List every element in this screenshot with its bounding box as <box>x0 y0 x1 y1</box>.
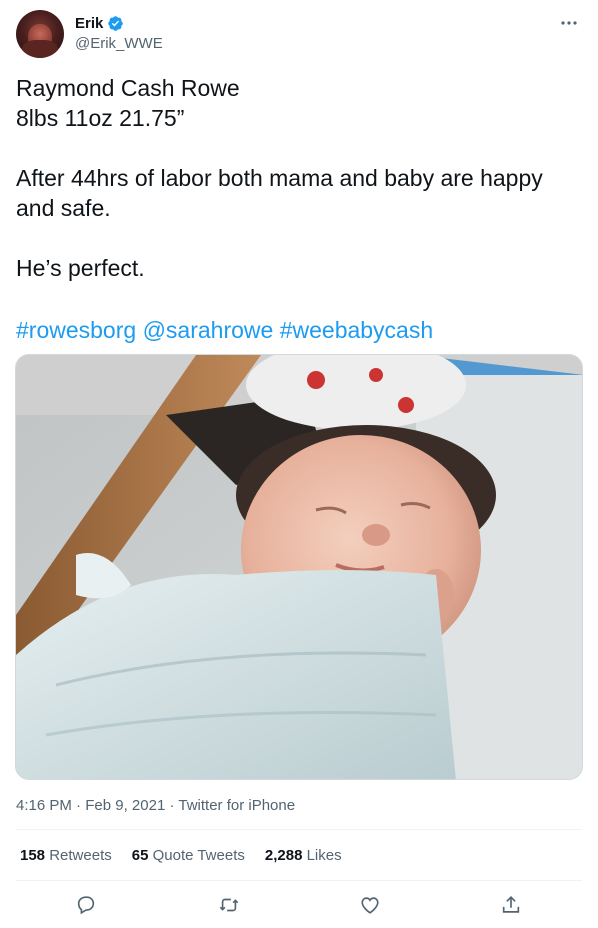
divider <box>16 880 582 881</box>
retweets-stat[interactable]: 158 Retweets <box>20 846 112 866</box>
tweet-actions <box>16 888 582 922</box>
share-icon[interactable] <box>498 892 524 918</box>
user-info[interactable]: Erik @Erik_WWE <box>75 14 163 54</box>
tweet-time[interactable]: 4:16 PM <box>16 797 72 814</box>
tweet-stats: 158 Retweets 65 Quote Tweets 2,288 Likes <box>20 846 342 866</box>
quote-tweets-stat[interactable]: 65 Quote Tweets <box>132 846 245 866</box>
likes-stat[interactable]: 2,288 Likes <box>265 846 342 866</box>
likes-label: Likes <box>306 847 342 864</box>
hashtag-link[interactable]: #rowesborg <box>16 317 136 343</box>
verified-badge-icon <box>108 16 124 31</box>
tweet-line: After 44hrs of labor both mama and baby … <box>16 165 543 191</box>
like-icon[interactable] <box>357 892 383 918</box>
retweets-label: Retweets <box>49 847 112 864</box>
display-name[interactable]: Erik <box>75 14 103 33</box>
tweet-source[interactable]: Twitter for iPhone <box>178 797 295 814</box>
divider <box>16 829 582 830</box>
tweet-line: and safe. <box>16 195 111 221</box>
hashtag-link[interactable]: #weebabycash <box>280 317 433 343</box>
user-handle[interactable]: @Erik_WWE <box>75 34 163 54</box>
retweet-icon[interactable] <box>216 892 242 918</box>
tweet-line: He’s perfect. <box>16 255 145 281</box>
retweets-count: 158 <box>20 847 46 864</box>
tweet-text: Raymond Cash Rowe 8lbs 11oz 21.75” After… <box>16 73 576 283</box>
tweet-meta: 4:16 PM · Feb 9, 2021 · Twitter for iPho… <box>16 796 295 816</box>
more-options-icon[interactable] <box>556 10 582 36</box>
tweet-photo[interactable] <box>15 354 583 780</box>
mention-link[interactable]: @sarahrowe <box>143 317 274 343</box>
avatar[interactable] <box>16 10 64 58</box>
separator: · <box>76 797 86 814</box>
quotes-label: Quote Tweets <box>152 847 245 864</box>
tweet-header: Erik @Erik_WWE <box>16 10 582 60</box>
reply-icon[interactable] <box>73 892 99 918</box>
tweet-tags: #rowesborg @sarahrowe #weebabycash <box>16 315 433 345</box>
tweet-line: 8lbs 11oz 21.75” <box>16 105 185 131</box>
tweet-line: Raymond Cash Rowe <box>16 75 240 101</box>
tweet-date[interactable]: Feb 9, 2021 <box>85 797 165 814</box>
name-row: Erik <box>75 14 163 33</box>
quotes-count: 65 <box>131 847 149 864</box>
likes-count: 2,288 <box>264 847 303 864</box>
